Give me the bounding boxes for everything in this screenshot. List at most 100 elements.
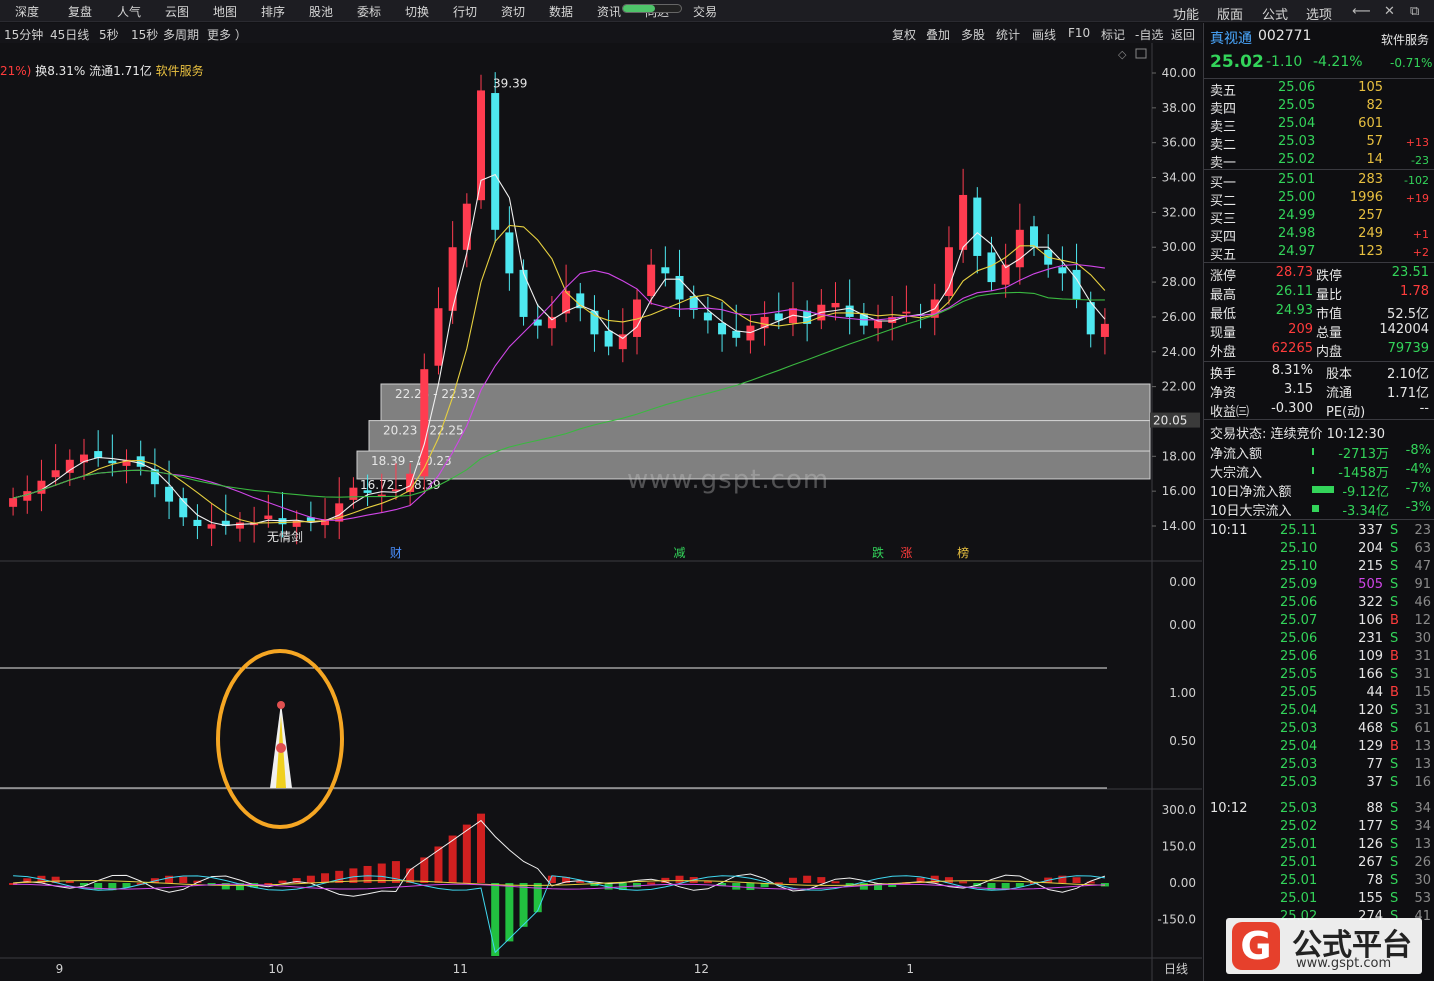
stat-row: 涨停 28.73 跌停 23.51 — [1204, 265, 1434, 284]
bids-price: 25.01 — [1278, 172, 1316, 187]
bottom-marker-label: 无情剑 — [267, 529, 303, 544]
tick-vol: 120 — [1358, 703, 1383, 718]
menu-right-1[interactable]: 版面 — [1217, 4, 1243, 23]
tick-price: 25.03 — [1280, 775, 1318, 790]
toolbar-left-5[interactable]: 更多 ） — [207, 26, 247, 43]
candle-body — [1100, 323, 1109, 337]
ind2-axis-label: 1.00 — [1169, 686, 1196, 700]
menu-item-14[interactable]: 交易 — [693, 3, 717, 20]
close-icon[interactable]: ✕ — [1384, 4, 1395, 19]
chart-area[interactable]: ◇ 40.00 38.00 36.00 34.00 32.00 30.00 28.00 26.0… — [0, 43, 1202, 981]
asks-row[interactable]: 卖二 25.03 57 +13 — [1204, 134, 1434, 153]
asks-row[interactable]: 卖三 25.04 601 — [1204, 116, 1434, 135]
tick-row: 25.06 231 S 30 — [1204, 631, 1434, 649]
menu-item-2[interactable]: 人气 — [117, 3, 141, 20]
toolbar-right-1[interactable]: 叠加 — [926, 26, 950, 43]
tick-vol: 177 — [1358, 819, 1383, 834]
menu-right-2[interactable]: 公式 — [1262, 4, 1288, 23]
stat2-value: -0.300 — [1271, 401, 1313, 416]
menu-item-3[interactable]: 云图 — [165, 3, 189, 20]
info-line: 21%) 换8.31% 流通1.71亿 软件服务 — [0, 62, 204, 79]
toolbar-right-4[interactable]: 画线 — [1032, 26, 1056, 43]
tick-time: 10:12 — [1210, 801, 1248, 816]
kline-chart[interactable]: ◇ 40.00 38.00 36.00 34.00 32.00 30.00 28.00 26.0… — [0, 43, 1202, 981]
spike-ball — [276, 743, 286, 753]
back-icon[interactable]: ⟵ — [1352, 4, 1371, 19]
menu-right-3[interactable]: 选项 — [1306, 4, 1332, 23]
toolbar-left-3[interactable]: 15秒 — [131, 26, 158, 43]
toolbar-right-3[interactable]: 统计 — [996, 26, 1020, 43]
tick-bs: S — [1390, 891, 1399, 906]
period-label[interactable]: 日线 — [1164, 962, 1188, 976]
candle-body — [845, 305, 854, 317]
candle-body — [9, 498, 18, 507]
candle-body — [462, 203, 471, 250]
toolbar-right-7[interactable]: -自选 — [1135, 26, 1163, 43]
price-axis-label: 22.00 — [1162, 380, 1196, 394]
stock-name: 真视通 — [1210, 31, 1252, 47]
bids-row[interactable]: 买一 25.01 283 -102 — [1204, 172, 1434, 191]
tick-bs: S — [1390, 577, 1399, 592]
popout-icon[interactable]: ⧉ — [1410, 4, 1419, 19]
menu-item-4[interactable]: 地图 — [213, 3, 237, 20]
tick-count: 16 — [1414, 775, 1431, 790]
ind3-bar — [817, 877, 826, 883]
toolbar-left-4[interactable]: 多周期 — [163, 26, 199, 43]
menu-item-12[interactable]: 资讯 — [597, 3, 621, 20]
menu-item-8[interactable]: 切换 — [405, 3, 429, 20]
tick-price: 25.06 — [1280, 649, 1318, 664]
ind3-bar — [462, 824, 471, 883]
tick-vol: 505 — [1358, 577, 1383, 592]
menu-item-6[interactable]: 股池 — [309, 3, 333, 20]
asks-row[interactable]: 卖一 25.02 14 -23 — [1204, 152, 1434, 171]
toolbar-right-8[interactable]: 返回 — [1171, 26, 1195, 43]
ind3-bar — [278, 880, 287, 883]
stock-code: 002771 — [1258, 28, 1312, 44]
candle-body — [959, 194, 968, 250]
tick-row: 25.01 267 S 26 — [1204, 855, 1434, 873]
menu-item-0[interactable]: 深度 — [15, 3, 39, 20]
stat-label: 量比 — [1316, 288, 1343, 303]
ind1-axis-label: 0.00 — [1169, 575, 1196, 589]
tick-row: 25.09 505 S 91 — [1204, 577, 1434, 595]
spike-ball-top — [277, 701, 285, 709]
flow-row: 10日大宗流入 -3.34亿 -3% — [1204, 500, 1434, 519]
window-icon[interactable] — [1135, 48, 1147, 59]
chart-toolbar: 15分钟 45日线 5秒 15秒 多周期 更多 ） 复权 叠加 多股 统计 画线 F10 标记 -自选返… — [0, 23, 1202, 43]
toolbar-right-6[interactable]: 标记 — [1101, 26, 1125, 43]
stat2-value: 8.31% — [1271, 363, 1313, 378]
asks-row[interactable]: 卖五 25.06 105 — [1204, 80, 1434, 99]
bids-row[interactable]: 买二 25.00 1996 +19 — [1204, 190, 1434, 209]
tick-count: 46 — [1414, 595, 1431, 610]
menu-right-0[interactable]: 功能 — [1173, 4, 1199, 23]
menu-item-11[interactable]: 数据 — [549, 3, 573, 20]
toolbar-right-0[interactable]: 复权 — [892, 26, 916, 43]
quote-panel: 真视通 002771 软件服务 25.02 -1.10 -4.21% -0.71… — [1203, 23, 1434, 981]
price-axis-label: 36.00 — [1162, 136, 1196, 150]
toolbar-left-0[interactable]: 15分钟 — [4, 26, 43, 43]
menu-item-1[interactable]: 复盘 — [68, 3, 92, 20]
menu-item-7[interactable]: 委标 — [357, 3, 381, 20]
toolbar-left-2[interactable]: 5秒 — [99, 26, 119, 43]
toolbar-right-5[interactable]: F10 — [1068, 26, 1090, 40]
diamond-icon[interactable]: ◇ — [1118, 48, 1127, 61]
tick-price: 25.05 — [1280, 667, 1318, 682]
asks-row[interactable]: 卖四 25.05 82 — [1204, 98, 1434, 117]
bids-vol: 1996 — [1349, 190, 1383, 205]
tick-row: 25.10 215 S 47 — [1204, 559, 1434, 577]
price-axis-label: 34.00 — [1162, 171, 1196, 185]
tick-bs: S — [1390, 595, 1399, 610]
toolbar-right-2[interactable]: 多股 — [961, 26, 985, 43]
menu-item-5[interactable]: 排序 — [261, 3, 285, 20]
bids-row[interactable]: 买四 24.98 249 +1 — [1204, 226, 1434, 245]
tick-vol: 166 — [1358, 667, 1383, 682]
bids-row[interactable]: 买三 24.99 257 — [1204, 208, 1434, 227]
ind3-bar — [519, 883, 528, 927]
toolbar-left-1[interactable]: 45日线 — [50, 26, 89, 43]
stock-change-pct: -4.21% — [1313, 54, 1363, 70]
bids-row[interactable]: 买五 24.97 123 +2 — [1204, 244, 1434, 263]
menu-item-9[interactable]: 行切 — [453, 3, 477, 20]
menu-item-10[interactable]: 资切 — [501, 3, 525, 20]
tick-vol: 322 — [1358, 595, 1383, 610]
tick-bs: S — [1390, 837, 1399, 852]
